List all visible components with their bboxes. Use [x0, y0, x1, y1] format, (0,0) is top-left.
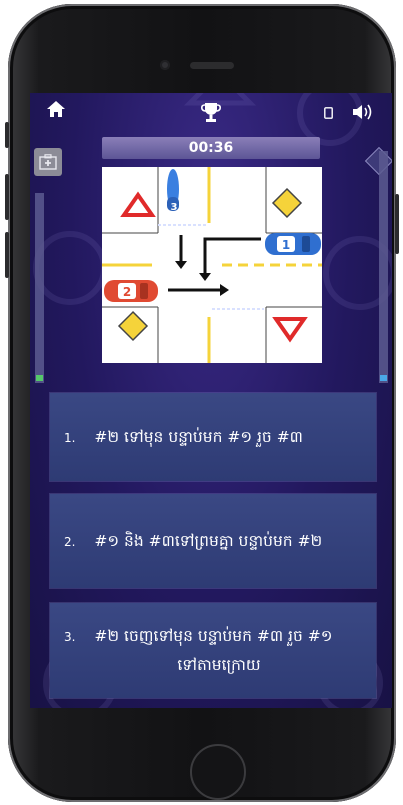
front-camera: [160, 60, 170, 70]
volume-up-button: [5, 174, 9, 220]
intersection-scene: 1 2 3: [102, 167, 322, 363]
car-2: 2: [104, 280, 158, 302]
svg-text:2: 2: [123, 285, 131, 299]
answer-2-number: 2.: [64, 534, 76, 549]
timer-bar: 00:36: [102, 137, 320, 159]
trophy-icon[interactable]: [198, 99, 224, 125]
answer-1-number: 1.: [64, 430, 76, 445]
answer-3-number: 3.: [64, 630, 76, 644]
mute-switch: [5, 122, 9, 148]
power-button: [395, 194, 399, 254]
medkit-icon[interactable]: [34, 148, 62, 176]
answer-option-1[interactable]: 1. #២ ទៅមុន បន្ទាប់មក #១ រួច #៣: [50, 393, 376, 481]
volume-down-button: [5, 232, 9, 278]
priority-sign-top-right: [271, 187, 303, 219]
answer-option-3[interactable]: 3. #២ ចេញទៅមុន បន្ទាប់មក #៣ រួច #១ ទៅតាម…: [50, 603, 376, 698]
left-progress-track: [35, 193, 44, 383]
yield-sign-top-left: [120, 191, 156, 217]
answer-2-text: #១ និង #៣ទៅព្រមគ្នា បន្ទាប់មក #២: [94, 531, 323, 550]
home-hardware-button: [190, 744, 246, 800]
answer-3-text-line2: ទៅតាមក្រោយ: [177, 656, 261, 674]
car-3: 3: [167, 169, 179, 213]
car-1: 1: [265, 233, 321, 255]
earpiece-speaker: [190, 62, 234, 69]
game-screen: 00:36 1 2 3 1. #២ ទៅមុន បន្ទាប់មក #១ រួច…: [30, 93, 392, 708]
phone-icon[interactable]: [322, 105, 334, 121]
yield-sign-bottom-right: [272, 317, 308, 343]
timer-text: 00:36: [188, 140, 234, 156]
svg-text:3: 3: [171, 202, 178, 213]
right-progress-track: [379, 151, 388, 383]
svg-text:1: 1: [282, 238, 290, 252]
speaker-icon[interactable]: [350, 101, 376, 123]
answer-1-text: #២ ទៅមុន បន្ទាប់មក #១ រួច #៣: [94, 427, 303, 446]
right-progress-indicator: [380, 375, 387, 381]
left-progress-indicator: [36, 375, 43, 381]
priority-sign-bottom-left: [117, 310, 149, 342]
home-icon[interactable]: [44, 97, 68, 121]
answer-3-text: #២ ចេញទៅមុន បន្ទាប់មក #៣ រួច #១: [94, 627, 333, 645]
top-bar: [30, 93, 392, 141]
answer-option-2[interactable]: 2. #១ និង #៣ទៅព្រមគ្នា បន្ទាប់មក #២: [50, 494, 376, 588]
